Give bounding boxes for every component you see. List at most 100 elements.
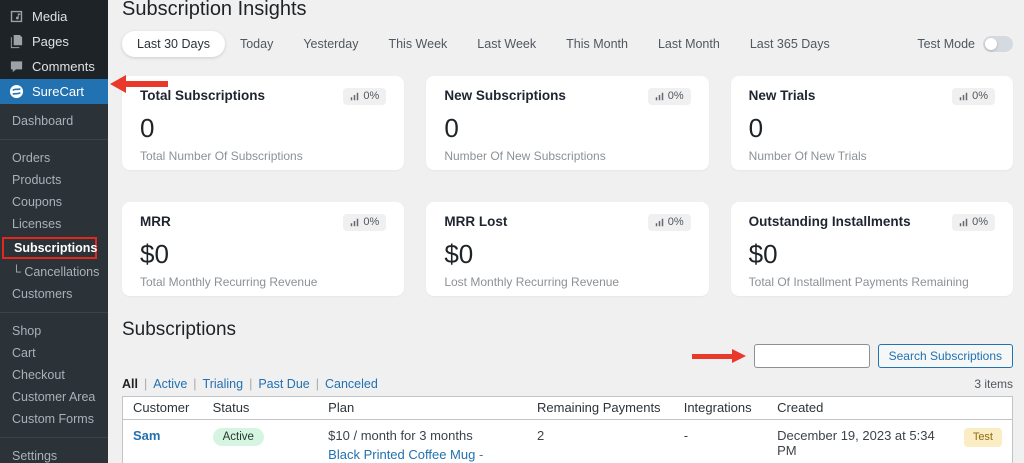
search-subscriptions-button[interactable]: Search Subscriptions: [877, 344, 1013, 368]
column-status: Status: [202, 396, 319, 420]
customer-link[interactable]: Sam: [133, 428, 160, 443]
trend-badge: 0%: [647, 214, 691, 231]
bar-chart-icon: [959, 92, 968, 101]
submenu-divider: [0, 312, 108, 313]
comments-icon: [9, 59, 24, 74]
sidebar-item-dashboard[interactable]: Dashboard: [0, 110, 108, 132]
sidebar-item-label: Comments: [32, 58, 95, 74]
sidebar-item-custom-forms[interactable]: Custom Forms: [0, 408, 108, 430]
table-header-row: Customer Status Plan Remaining Payments …: [122, 396, 1013, 420]
stat-card-mrr: MRR 0% $0 Total Monthly Recurring Revenu…: [122, 202, 405, 296]
sidebar-item-coupons[interactable]: Coupons: [0, 191, 108, 213]
remaining-payments-value: 2: [537, 428, 545, 443]
sidebar-item-label: SureCart: [32, 83, 85, 99]
sidebar-item-pages[interactable]: Pages: [0, 29, 108, 54]
stats-cards-grid: Total Subscriptions 0% 0 Total Number Of…: [122, 76, 1013, 296]
annotation-arrow-search: [691, 349, 746, 363]
pages-icon: [9, 34, 24, 49]
sidebar-item-customer-area[interactable]: Customer Area: [0, 386, 108, 408]
card-description: Total Monthly Recurring Revenue: [140, 275, 318, 289]
subscriptions-table: Customer Status Plan Remaining Payments …: [122, 396, 1013, 463]
card-description: Total Number Of Subscriptions: [140, 149, 303, 163]
media-icon: [9, 9, 24, 24]
annotation-arrow-surecart: [110, 75, 168, 93]
stat-card-new-trials: New Trials 0% 0 Number Of New Trials: [730, 76, 1013, 170]
card-value: 0: [748, 113, 764, 143]
date-filter-this-month[interactable]: This Month: [551, 31, 643, 57]
date-filter-yesterday[interactable]: Yesterday: [288, 31, 373, 57]
card-description: Number Of New Subscriptions: [444, 149, 606, 163]
sidebar-item-licenses[interactable]: Licenses: [0, 213, 108, 235]
bar-chart-icon: [655, 218, 663, 227]
page-title: Subscription Insights: [122, 0, 307, 20]
card-description: Total Of Installment Payments Remaining: [748, 275, 969, 289]
test-mode-badge: Test: [963, 428, 1002, 447]
search-subscriptions-input[interactable]: [753, 344, 870, 368]
toggle-knob: [985, 38, 997, 50]
submenu-divider: [0, 437, 108, 438]
sidebar-item-customers[interactable]: Customers: [0, 283, 108, 305]
status-filter-trialing[interactable]: Trialing: [203, 377, 244, 392]
card-title: New Subscriptions: [444, 88, 566, 103]
date-filter-last-month[interactable]: Last Month: [643, 31, 735, 57]
status-filter-active[interactable]: Active: [153, 377, 187, 392]
column-plan: Plan: [318, 396, 527, 420]
column-customer: Customer: [122, 396, 203, 420]
date-filter-last-30-days[interactable]: Last 30 Days: [122, 31, 225, 57]
trend-badge: 0%: [952, 88, 995, 105]
sidebar-item-label: Pages: [32, 33, 69, 49]
plan-price: $10 / month for 3 months: [328, 428, 473, 443]
card-description: Number Of New Trials: [748, 149, 867, 163]
test-mode-label: Test Mode: [917, 37, 975, 51]
sidebar-item-cancellations[interactable]: └ Cancellations: [0, 261, 108, 283]
created-value: December 19, 2023 at 5:34 PM: [777, 428, 935, 458]
sidebar-item-checkout[interactable]: Checkout: [0, 364, 108, 386]
subscriptions-section-heading: Subscriptions: [122, 319, 237, 340]
column-integrations: Integrations: [673, 396, 768, 420]
bar-chart-icon: [351, 92, 359, 101]
card-value: $0: [748, 239, 778, 269]
admin-sidebar: Media Pages Comments SureCart Dashboard …: [0, 0, 108, 463]
card-title: New Trials: [748, 88, 816, 103]
sidebar-item-comments[interactable]: Comments: [0, 54, 108, 79]
bar-chart-icon: [351, 218, 359, 227]
date-filter-last-week[interactable]: Last Week: [462, 31, 551, 57]
card-title: Outstanding Installments: [748, 214, 911, 229]
card-value: 0: [444, 113, 459, 143]
card-value: $0: [444, 239, 474, 269]
plan-product-link[interactable]: Black Printed Coffee Mug: [328, 447, 475, 462]
search-row: Search Subscriptions: [122, 344, 1013, 368]
sidebar-item-shop[interactable]: Shop: [0, 320, 108, 342]
trend-badge: 0%: [343, 88, 387, 105]
submenu-divider: [0, 139, 108, 140]
integrations-value: -: [683, 428, 689, 443]
date-filter-this-week[interactable]: This Week: [373, 31, 462, 57]
card-value: $0: [140, 239, 169, 269]
bar-chart-icon: [655, 92, 663, 101]
date-range-filter-bar: Last 30 Days Today Yesterday This Week L…: [122, 31, 1013, 57]
test-mode-toggle[interactable]: [983, 36, 1013, 52]
status-filter-canceled[interactable]: Canceled: [325, 377, 378, 392]
status-filter-past-due[interactable]: Past Due: [258, 377, 309, 392]
sidebar-item-products[interactable]: Products: [0, 169, 108, 191]
stat-card-new-subscriptions: New Subscriptions 0% 0 Number Of New Sub…: [426, 76, 709, 170]
date-filter-today[interactable]: Today: [225, 31, 288, 57]
sidebar-item-cart[interactable]: Cart: [0, 342, 108, 364]
trend-badge: 0%: [952, 214, 995, 231]
card-value: 0: [140, 113, 155, 143]
status-filter-all[interactable]: All: [122, 377, 138, 392]
card-title: MRR Lost: [444, 214, 508, 229]
sidebar-item-settings[interactable]: Settings: [0, 445, 108, 463]
trend-badge: 0%: [647, 88, 691, 105]
surecart-logo-icon: [9, 84, 24, 99]
sidebar-item-orders[interactable]: Orders: [0, 147, 108, 169]
column-created: Created: [767, 396, 954, 420]
sidebar-item-surecart[interactable]: SureCart: [0, 79, 108, 104]
bar-chart-icon: [959, 218, 968, 227]
card-title: MRR: [140, 214, 171, 229]
status-filter-bar: All | Active | Trialing | Past Due | Cancele…: [122, 377, 1013, 392]
date-filter-last-365-days[interactable]: Last 365 Days: [735, 31, 845, 57]
sidebar-item-media[interactable]: Media: [0, 4, 108, 29]
card-description: Lost Monthly Recurring Revenue: [444, 275, 620, 289]
sidebar-item-subscriptions[interactable]: Subscriptions: [2, 237, 97, 259]
